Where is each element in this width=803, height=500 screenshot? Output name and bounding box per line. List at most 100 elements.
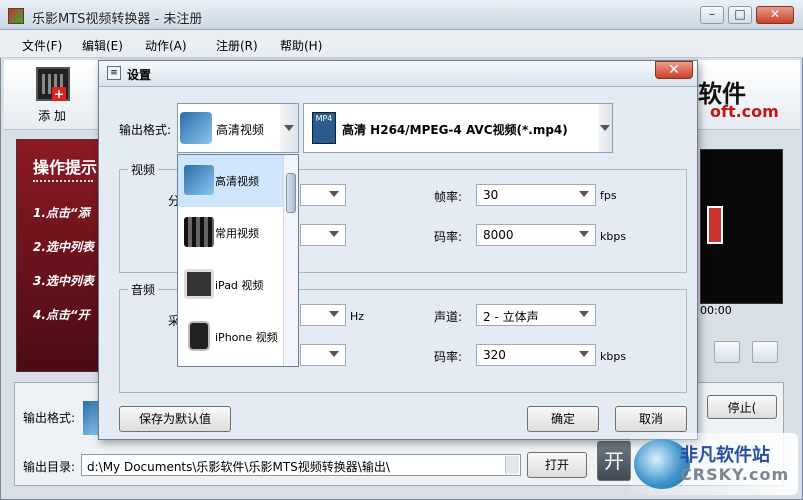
ok-button[interactable]: 确定: [527, 406, 599, 432]
snapshot-button[interactable]: [714, 341, 740, 363]
plus-icon: +: [52, 87, 66, 101]
codec-dropdown-button[interactable]: [598, 104, 612, 152]
menu-help[interactable]: 帮助(H): [280, 37, 322, 54]
ipad-icon: [184, 269, 214, 299]
preview-time: 00:00: [700, 304, 732, 317]
preview-thumbnail: [707, 206, 723, 244]
preview-panel: [700, 149, 783, 304]
settings-dialog: ≡ 设置 ✕ 输出格式: 高清视频 MP4 高清 H264/MPEG-4 AVC…: [98, 60, 698, 440]
audio-bitrate-value: 320: [483, 348, 506, 362]
channel-select[interactable]: 2 - 立体声: [476, 304, 596, 326]
chevron-down-icon: [579, 191, 589, 197]
dialog-close-button[interactable]: ✕: [655, 61, 693, 79]
hd-video-icon: [184, 165, 214, 195]
list-item[interactable]: 常用视频: [178, 207, 283, 259]
tip-2: 2.选中列表: [33, 240, 94, 254]
watermark: 非凡软件站 CRSKY.com: [630, 433, 798, 495]
audio-bitrate-label: 码率:: [434, 350, 463, 364]
output-dir-field[interactable]: d:\My Documents\乐影软件\乐影MTS视频转换器\输出\: [81, 454, 521, 476]
scroll-thumb[interactable]: [286, 173, 296, 213]
menu-icon[interactable]: ≡: [107, 66, 121, 80]
hd-video-icon: [180, 112, 212, 144]
dialog-title: 设置: [127, 68, 152, 82]
framerate-select[interactable]: 30: [476, 184, 596, 206]
save-default-button[interactable]: 保存为默认值: [119, 406, 231, 432]
samplerate-unit: Hz: [350, 310, 365, 323]
fullscreen-button[interactable]: [752, 341, 778, 363]
watermark-cn: 非凡软件站: [680, 445, 770, 466]
format-dropdown-button[interactable]: [280, 104, 298, 152]
menu-file[interactable]: 文件(F): [22, 37, 62, 54]
open-folder-button[interactable]: 打开: [527, 452, 587, 478]
add-button[interactable]: + 添 加: [22, 65, 82, 125]
audio-bitrate-select[interactable]: 320: [476, 344, 596, 366]
output-format-label: 输出格式:: [23, 411, 76, 425]
list-item-label: 常用视频: [215, 227, 259, 240]
brand-url: oft.com: [710, 102, 779, 121]
channel-value: 2 - 立体声: [483, 310, 539, 324]
iphone-icon: [188, 321, 210, 351]
audio-group-title: 音频: [128, 281, 159, 298]
menu-action[interactable]: 动作(A): [145, 37, 187, 54]
list-item-label: 高清视频: [215, 175, 259, 188]
framerate-label: 帧率:: [434, 190, 463, 204]
resolution-select[interactable]: [300, 184, 346, 206]
chevron-down-icon: [329, 191, 339, 197]
add-label: 添 加: [38, 109, 66, 123]
list-item-label: iPad 视频: [215, 279, 264, 292]
framerate-unit: fps: [600, 189, 617, 202]
list-scrollbar[interactable]: [283, 155, 298, 366]
chevron-down-icon: [329, 311, 339, 317]
tips-panel: 操作提示 1.点击“添 2.选中列表 3.选中列表 4.点击“开: [16, 139, 104, 372]
list-item[interactable]: 高清视频: [178, 155, 283, 207]
menu-edit[interactable]: 编辑(E): [82, 37, 123, 54]
format-selected: 高清视频: [216, 123, 265, 137]
watermark-en: CRSKY.com: [680, 465, 790, 484]
framerate-value: 30: [483, 188, 499, 202]
list-item-label: iPhone 视频: [215, 331, 278, 344]
audio-codec-select[interactable]: [300, 344, 346, 366]
video-bitrate-label: 码率:: [434, 230, 463, 244]
samplerate-select[interactable]: [300, 304, 346, 326]
channel-label: 声道:: [434, 310, 463, 324]
tip-1: 1.点击“添: [33, 206, 90, 220]
app-icon: [8, 8, 24, 24]
chevron-down-icon: [329, 351, 339, 357]
clapperboard-icon: [184, 217, 214, 247]
minimize-button[interactable]: –: [700, 6, 724, 24]
tips-title: 操作提示: [33, 158, 98, 177]
codec-selected: 高清 H264/MPEG-4 AVC视频(*.mp4): [342, 123, 568, 137]
tip-3: 3.选中列表: [33, 274, 94, 288]
codec-select[interactable]: MP4 高清 H264/MPEG-4 AVC视频(*.mp4): [303, 103, 613, 153]
menu-register[interactable]: 注册(R): [216, 37, 258, 54]
cancel-button[interactable]: 取消: [615, 406, 687, 432]
maximize-button[interactable]: □: [728, 6, 752, 24]
chevron-down-icon: [600, 125, 610, 131]
video-bitrate-select[interactable]: 8000: [476, 224, 596, 246]
list-item[interactable]: iPad 视频: [178, 259, 283, 311]
title-bar[interactable]: 乐影MTS视频转换器 - 未注册 – □ ✕: [0, 0, 803, 30]
chevron-down-icon: [329, 231, 339, 237]
window-title: 乐影MTS视频转换器 - 未注册: [32, 12, 203, 27]
mp4-icon: MP4: [312, 112, 336, 144]
tips-divider: [33, 180, 93, 182]
video-group-title: 视频: [128, 161, 159, 178]
chevron-down-icon: [579, 351, 589, 357]
video-bitrate-value: 8000: [483, 228, 514, 242]
format-dropdown-list[interactable]: 高清视频 常用视频 iPad 视频 iPhone 视频: [177, 154, 299, 367]
dialog-title-bar[interactable]: ≡ 设置 ✕: [99, 61, 697, 87]
aspect-select[interactable]: [300, 224, 346, 246]
start-button[interactable]: 开: [597, 441, 631, 481]
close-button[interactable]: ✕: [756, 6, 794, 24]
output-dir-label: 输出目录:: [23, 460, 76, 474]
menu-bar: 文件(F) 编辑(E) 动作(A) 注册(R) 帮助(H): [0, 30, 803, 58]
chevron-down-icon: [579, 311, 589, 317]
dialog-output-format-label: 输出格式:: [119, 123, 172, 137]
audio-bitrate-unit: kbps: [600, 350, 627, 363]
list-item[interactable]: iPhone 视频: [178, 311, 283, 363]
format-category-select[interactable]: 高清视频: [177, 103, 299, 153]
stop-button[interactable]: 停止(: [707, 395, 777, 419]
video-bitrate-unit: kbps: [600, 230, 627, 243]
tip-4: 4.点击“开: [33, 308, 90, 322]
folder-browse-icon[interactable]: [505, 456, 519, 474]
